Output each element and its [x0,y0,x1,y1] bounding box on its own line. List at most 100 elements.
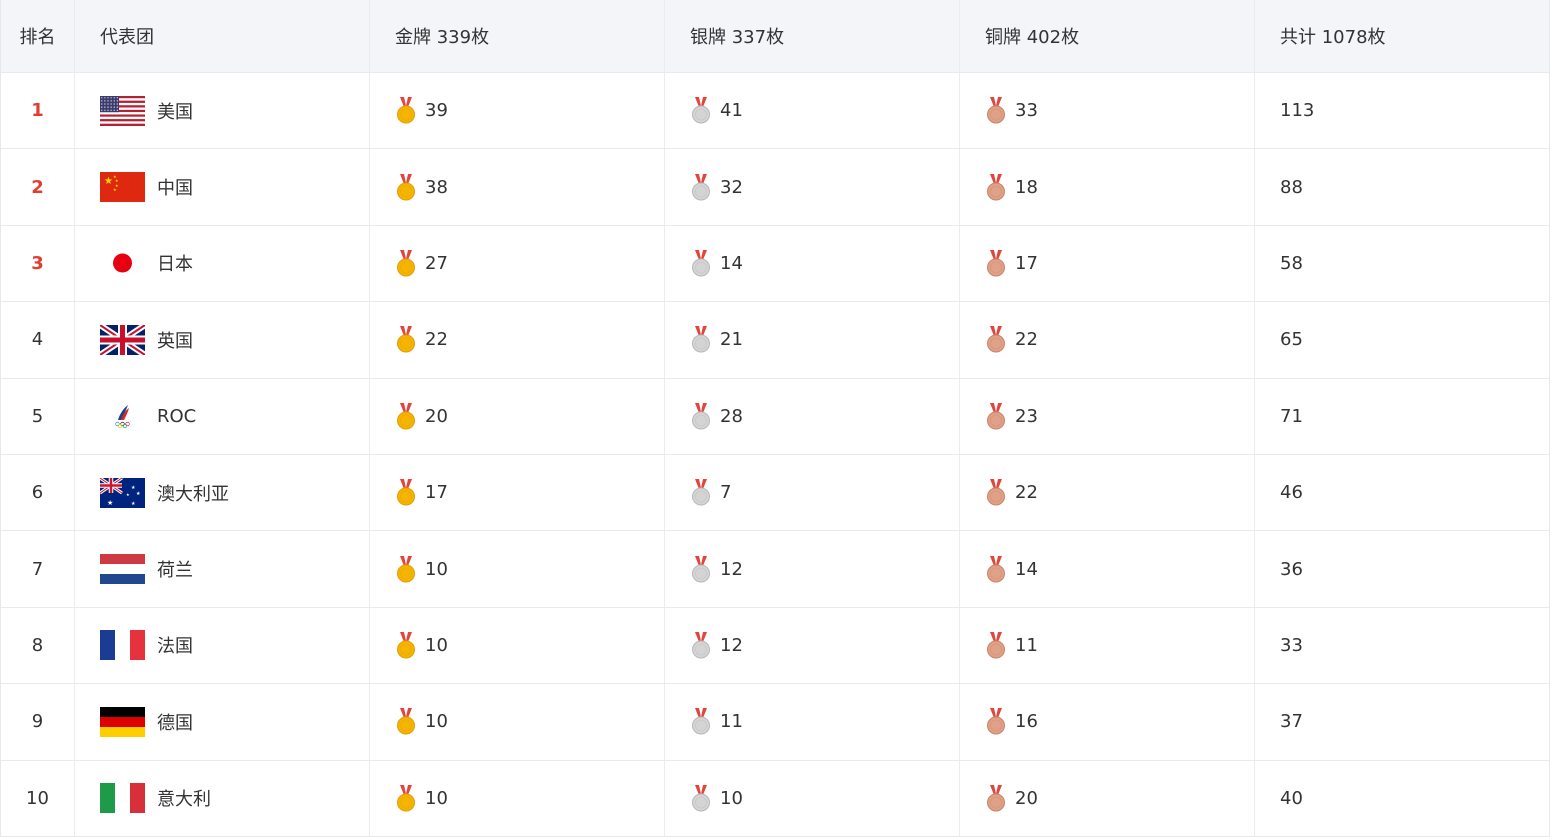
table-row: 3 日本 27 14 17 58 [1,225,1549,303]
gold-count: 22 [425,329,448,351]
netherlands-flag-icon [100,554,145,585]
team-name[interactable]: 法国 [157,632,193,658]
gold-count: 10 [425,558,448,580]
svg-text:★: ★ [131,501,136,507]
bronze-medal-icon [985,708,1015,735]
gold-cell: 22 [370,302,665,378]
bronze-count: 22 [1015,482,1038,504]
total-cell: 33 [1280,634,1303,656]
team-cell[interactable]: 美国 [75,73,370,149]
silver-medal-icon [690,555,720,583]
silver-cell: 14 [665,225,960,302]
silver-medal-icon [690,173,720,201]
gold-medal-icon [395,249,425,277]
total-cell: 113 [1280,100,1315,122]
gold-count: 10 [425,787,448,809]
table-row: 5 ROC 20 28 23 71 [1,378,1549,455]
rank-cell: 5 [1,378,75,454]
header-gold: 金牌 339枚 [370,0,665,72]
team-name[interactable]: 澳大利亚 [157,480,229,506]
svg-text:★: ★ [136,491,141,497]
germany-flag-icon [100,706,145,737]
australia-flag-icon: ★★★★★ [100,477,145,508]
silver-count: 14 [720,252,743,274]
china-flag-icon: ★ ★★★★ [100,172,145,203]
team-cell[interactable]: 英国 [75,302,370,378]
rank-cell: 1 [1,73,75,149]
table-row: 4 英国 22 21 22 65 [1,302,1549,379]
team-name[interactable]: 中国 [157,174,193,200]
silver-medal-icon [690,249,720,277]
table-row: 7 荷兰 10 12 14 36 [1,531,1549,608]
team-cell[interactable]: 荷兰 [75,531,370,607]
header-bronze: 铜牌 402枚 [960,0,1255,72]
bronze-medal-icon [985,402,1015,430]
svg-text:★: ★ [126,492,130,497]
table-row: 6 ★ ★ ★ ★ ★ 澳大利亚 17 7 22 46 [1,454,1549,532]
team-name[interactable]: 意大利 [157,785,211,811]
bronze-count: 23 [1015,405,1038,427]
bronze-medal-icon [985,97,1015,124]
gold-medal-icon [395,402,425,430]
gold-count: 20 [425,405,448,427]
rank-cell: 10 [1,760,75,836]
silver-cell: 12 [665,531,960,607]
silver-count: 10 [720,787,743,809]
silver-count: 21 [720,329,743,351]
team-name[interactable]: 德国 [157,709,193,735]
silver-cell: 28 [665,378,960,454]
table-body: 1 美国 39 41 33 113 2 ★ ★ ★ ★ ★ 中国 38 32 18 88 3 日本 27 14 17 58 4… [1,73,1549,837]
bronze-cell: 14 [960,531,1255,607]
bronze-medal-icon [985,631,1015,659]
bronze-count: 20 [1015,787,1038,809]
rank-cell: 6 [1,454,75,531]
gold-cell: 38 [370,149,665,225]
gold-count: 10 [425,634,448,656]
rank-cell: 9 [1,684,75,760]
table-row: 2 ★ ★ ★ ★ ★ 中国 38 32 18 88 [1,149,1549,226]
gold-cell: 10 [370,760,665,836]
table-row: 8 法国 10 12 11 33 [1,607,1549,685]
total-cell: 88 [1280,176,1303,198]
table-row: 10 意大利 10 10 20 40 [1,760,1549,837]
team-cell[interactable]: 日本 [75,225,370,302]
bronze-count: 11 [1015,634,1038,656]
team-cell[interactable]: ROC [75,378,370,454]
bronze-cell: 18 [960,149,1255,225]
usa-flag-icon [100,95,145,126]
uk-flag-icon [100,324,145,355]
silver-count: 7 [720,482,732,504]
rank-cell: 2 [1,149,75,225]
gold-medal-icon [395,631,425,659]
team-cell[interactable]: 意大利 [75,760,370,836]
team-name[interactable]: 美国 [157,98,193,124]
team-name[interactable]: ROC [157,406,196,427]
team-name[interactable]: 荷兰 [157,556,193,582]
team-cell[interactable]: ★ ★ ★ ★ ★ 中国 [75,149,370,225]
italy-flag-icon [100,783,145,814]
silver-count: 41 [720,100,743,122]
total-cell: 46 [1280,482,1303,504]
rank-cell: 8 [1,607,75,684]
rank-cell: 7 [1,531,75,607]
team-cell[interactable]: ★ ★ ★ ★ ★ 澳大利亚 [75,454,370,531]
gold-medal-icon [395,97,425,124]
total-cell: 58 [1280,252,1303,274]
bronze-medal-icon [985,173,1015,201]
team-cell[interactable]: 法国 [75,607,370,684]
team-name[interactable]: 英国 [157,327,193,353]
silver-cell: 7 [665,454,960,531]
bronze-cell: 22 [960,454,1255,531]
total-cell: 37 [1280,711,1303,733]
france-flag-icon [100,630,145,661]
silver-count: 12 [720,634,743,656]
medal-table: 排名 代表团 金牌 339枚 银牌 337枚 铜牌 402枚 共计 1078枚 … [0,0,1550,837]
header-team: 代表团 [75,0,370,72]
team-name[interactable]: 日本 [157,250,193,276]
silver-count: 32 [720,176,743,198]
gold-count: 27 [425,252,448,274]
gold-count: 10 [425,711,448,733]
gold-medal-icon [395,479,425,506]
header-silver: 银牌 337枚 [665,0,960,72]
team-cell[interactable]: 德国 [75,684,370,760]
